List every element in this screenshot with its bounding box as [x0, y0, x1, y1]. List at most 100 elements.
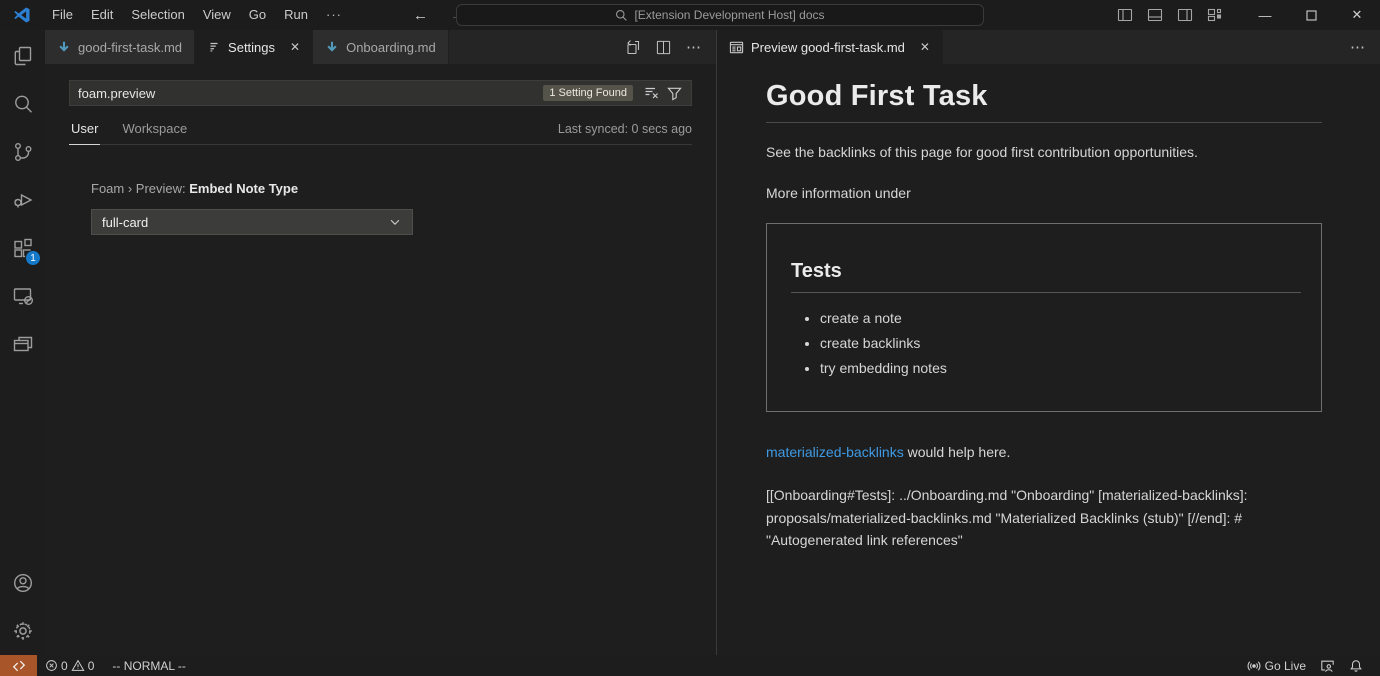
toggle-sidebar-icon[interactable]: [1116, 6, 1134, 24]
chevron-down-icon: [388, 215, 402, 229]
divider: [791, 292, 1301, 293]
editor-group-right: Preview good-first-task.md ✕ ⋯ Good Firs…: [717, 30, 1380, 655]
embed-list: create a note create backlinks try embed…: [791, 310, 1301, 376]
tab-onboarding[interactable]: Onboarding.md: [313, 30, 449, 64]
problems-status[interactable]: 0 0: [37, 655, 102, 676]
warnings-icon: [71, 659, 85, 672]
link-references-text: [[Onboarding#Tests]: ../Onboarding.md "O…: [766, 484, 1322, 552]
toggle-panel-icon[interactable]: [1146, 6, 1164, 24]
menu-selection[interactable]: Selection: [122, 0, 193, 30]
markdown-file-icon: [325, 40, 339, 54]
close-tab-icon[interactable]: ✕: [920, 40, 930, 54]
broadcast-icon: [1247, 659, 1261, 673]
go-live-button[interactable]: Go Live: [1240, 655, 1313, 676]
select-value: full-card: [102, 215, 148, 230]
close-window-button[interactable]: ✕: [1334, 0, 1380, 30]
feedback-button[interactable]: [1313, 655, 1342, 676]
status-bar: 0 0 -- NORMAL -- Go Live: [0, 655, 1380, 676]
customize-layout-icon[interactable]: [1206, 6, 1224, 24]
settings-result-count: 1 Setting Found: [543, 85, 633, 101]
notifications-button[interactable]: [1342, 655, 1370, 676]
extensions-icon[interactable]: 1: [0, 224, 45, 272]
tab-good-first-task[interactable]: good-first-task.md: [45, 30, 195, 64]
more-actions-icon[interactable]: ⋯: [686, 38, 702, 56]
errors-icon: [45, 659, 58, 672]
menu-overflow[interactable]: ···: [317, 0, 351, 30]
menu-go[interactable]: Go: [240, 0, 275, 30]
scope-tab-user[interactable]: User: [69, 121, 100, 145]
vim-mode-indicator[interactable]: -- NORMAL --: [102, 655, 194, 676]
settings-search-input[interactable]: [78, 86, 543, 101]
remote-indicator[interactable]: [0, 655, 37, 676]
maximize-button[interactable]: [1288, 0, 1334, 30]
remote-icon: [12, 659, 26, 673]
bell-icon: [1349, 659, 1363, 673]
list-item: create a note: [820, 310, 1301, 326]
extensions-badge: 1: [25, 250, 41, 266]
feedback-icon: [1320, 659, 1335, 673]
explorer-icon[interactable]: [0, 32, 45, 80]
setting-category: Foam › Preview:: [91, 181, 189, 196]
tab-settings[interactable]: Settings ✕: [195, 30, 313, 64]
clear-filters-icon[interactable]: [641, 83, 663, 103]
preview-more-info: More information under: [766, 185, 1322, 201]
divider: [766, 122, 1322, 123]
minimize-button[interactable]: —: [1242, 0, 1288, 30]
warnings-count: 0: [88, 659, 95, 673]
setting-item: Foam › Preview: Embed Note Type full-car…: [69, 181, 692, 235]
filter-funnel-icon[interactable]: [663, 83, 685, 103]
markdown-file-icon: [57, 40, 71, 54]
tab-preview[interactable]: Preview good-first-task.md ✕: [717, 30, 943, 64]
markdown-preview: Good First Task See the backlinks of thi…: [717, 64, 1380, 655]
activity-bar: 1: [0, 30, 45, 655]
settings-search-box[interactable]: 1 Setting Found: [69, 80, 692, 106]
menu-file[interactable]: File: [43, 0, 82, 30]
scope-tab-workspace[interactable]: Workspace: [120, 121, 189, 144]
run-debug-icon[interactable]: [0, 176, 45, 224]
list-item: create backlinks: [820, 335, 1301, 351]
embed-title: Tests: [791, 260, 1301, 283]
command-center-search[interactable]: [Extension Development Host] docs: [456, 4, 984, 26]
menu-edit[interactable]: Edit: [82, 0, 122, 30]
tab-label: good-first-task.md: [78, 40, 182, 55]
tabs-left: good-first-task.md Settings ✕ Onboarding…: [45, 30, 716, 64]
settings-scope-tabs: User Workspace Last synced: 0 secs ago: [69, 121, 692, 145]
tabs-right: Preview good-first-task.md ✕ ⋯: [717, 30, 1380, 64]
link-tail-text: would help here.: [904, 444, 1011, 460]
split-editor-icon[interactable]: [656, 40, 671, 55]
materialized-backlinks-link[interactable]: materialized-backlinks: [766, 444, 904, 460]
nav-back-icon[interactable]: ←: [413, 7, 428, 24]
menu-run[interactable]: Run: [275, 0, 317, 30]
account-icon[interactable]: [0, 559, 45, 607]
command-center-label: [Extension Development Host] docs: [634, 8, 824, 22]
tab-label: Settings: [228, 40, 275, 55]
settings-editor-icon: [207, 40, 221, 54]
menu-view[interactable]: View: [194, 0, 240, 30]
toggle-secondary-sidebar-icon[interactable]: [1176, 6, 1194, 24]
search-view-icon[interactable]: [0, 80, 45, 128]
more-actions-icon[interactable]: ⋯: [1350, 38, 1366, 56]
last-synced-label: Last synced: 0 secs ago: [558, 122, 692, 144]
tab-label: Onboarding.md: [346, 40, 436, 55]
close-tab-icon[interactable]: ✕: [290, 40, 300, 54]
panels-icon[interactable]: [0, 320, 45, 368]
preview-title: Good First Task: [766, 80, 1322, 113]
settings-editor: 1 Setting Found User Workspace Last sync…: [45, 64, 716, 655]
setting-name: Embed Note Type: [189, 181, 298, 196]
preview-intro: See the backlinks of this page for good …: [766, 144, 1322, 160]
editor-group-left: good-first-task.md Settings ✕ Onboarding…: [45, 30, 716, 655]
menubar: File Edit Selection View Go Run ···: [43, 0, 351, 30]
manage-gear-icon[interactable]: [0, 607, 45, 655]
open-changes-icon[interactable]: [625, 39, 641, 55]
search-icon: [615, 9, 628, 22]
vscode-logo-icon: [13, 6, 31, 24]
source-control-icon[interactable]: [0, 128, 45, 176]
embed-note-type-select[interactable]: full-card: [91, 209, 413, 235]
remote-explorer-icon[interactable]: [0, 272, 45, 320]
list-item: try embedding notes: [820, 360, 1301, 376]
titlebar: File Edit Selection View Go Run ··· ← → …: [0, 0, 1380, 30]
vim-mode-label: -- NORMAL --: [112, 659, 186, 673]
embedded-note-card: Tests create a note create backlinks try…: [766, 223, 1322, 412]
markdown-preview-icon: [729, 40, 744, 55]
go-live-label: Go Live: [1265, 659, 1306, 673]
